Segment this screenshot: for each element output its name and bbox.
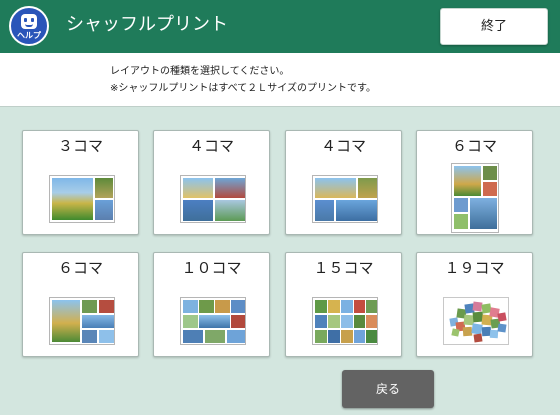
layout-card-15[interactable]: １５コマ — [285, 252, 402, 357]
layout-card-10[interactable]: １０コマ — [153, 252, 270, 357]
layout-card-6a[interactable]: ６コマ — [416, 130, 533, 235]
help-button[interactable]: ヘルプ — [9, 6, 49, 46]
layout-label: ６コマ — [451, 137, 497, 155]
layout-label: １５コマ — [313, 259, 374, 277]
layout-label: ６コマ — [57, 259, 103, 277]
help-label: ヘルプ — [17, 31, 41, 40]
instruction-note: ※シャッフルプリントはすべて２Ｌサイズのプリントです。 — [110, 83, 376, 94]
instruction-text: レイアウトの種類を選択してください。 — [110, 66, 290, 77]
layout-card-4b[interactable]: ４コマ — [285, 130, 402, 235]
help-face-icon — [21, 14, 37, 29]
layout-19-thumbnail — [443, 297, 509, 345]
layout-3-thumbnail — [49, 175, 115, 223]
back-button[interactable]: 戻る — [342, 370, 434, 408]
layout-6a-thumbnail — [451, 163, 499, 233]
layout-label: １０コマ — [181, 259, 242, 277]
layout-10-thumbnail — [180, 297, 246, 345]
page-title: シャッフルプリント — [66, 14, 228, 35]
layout-label: １９コマ — [444, 259, 505, 277]
layout-card-6b[interactable]: ６コマ — [22, 252, 139, 357]
end-button[interactable]: 終了 — [440, 8, 548, 45]
layout-card-4a[interactable]: ４コマ — [153, 130, 270, 235]
layout-card-19[interactable]: １９コマ — [416, 252, 533, 357]
instruction-panel: レイアウトの種類を選択してください。 ※シャッフルプリントはすべて２Ｌサイズのプ… — [0, 53, 560, 107]
layout-label: ４コマ — [188, 137, 234, 155]
layout-label: ４コマ — [320, 137, 366, 155]
header-bar: ヘルプ シャッフルプリント 終了 — [0, 0, 560, 53]
layout-6b-thumbnail — [49, 297, 115, 345]
layout-4a-thumbnail — [180, 175, 246, 223]
layout-15-thumbnail — [312, 297, 378, 345]
layout-label: ３コマ — [57, 137, 103, 155]
layout-card-3[interactable]: ３コマ — [22, 130, 139, 235]
layout-4b-thumbnail — [312, 175, 378, 223]
